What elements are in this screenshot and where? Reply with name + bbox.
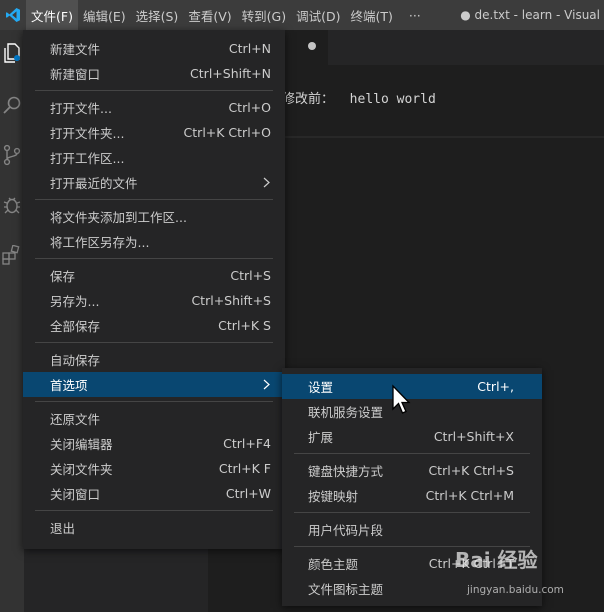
prefs-menu-item-1-0[interactable]: 键盘快捷方式 Ctrl+K Ctrl+S <box>282 458 542 483</box>
menu-item-label: 首选项 <box>50 378 88 393</box>
file-menu-item-0-0[interactable]: 新建文件 Ctrl+N <box>23 36 285 61</box>
menu-item-label: 扩展 <box>308 430 334 445</box>
file-menu-item-5-3[interactable]: 关闭窗口 Ctrl+W <box>23 481 285 506</box>
menu-terminal[interactable]: 终端(T) <box>345 0 397 30</box>
menu-item-label: 打开文件夹... <box>50 126 125 141</box>
menu-separator <box>35 401 273 402</box>
menu-debug[interactable]: 调试(D) <box>291 0 345 30</box>
prefs-menu-item-0-1[interactable]: 联机服务设置 <box>282 399 542 424</box>
menu-item-shortcut: Ctrl+K F <box>218 461 271 476</box>
menu-item-label: 联机服务设置 <box>308 405 384 420</box>
menu-edit[interactable]: 编辑(E) <box>78 0 131 30</box>
menu-item-label: 将工作区另存为... <box>50 235 150 250</box>
menu-item-shortcut: Ctrl+S <box>230 268 271 283</box>
menu-separator <box>294 453 530 454</box>
menu-item-label: 设置 <box>308 380 334 395</box>
file-menu-item-5-1[interactable]: 关闭编辑器 Ctrl+F4 <box>23 431 285 456</box>
title-bar: 文件(F) 编辑(E) 选择(S) 查看(V) 转到(G) 调试(D) 终端(T… <box>0 0 604 30</box>
menu-item-shortcut: Ctrl+N <box>228 41 271 56</box>
menu-item-label: 用户代码片段 <box>308 523 384 538</box>
menu-separator <box>35 510 273 511</box>
menu-separator <box>294 512 530 513</box>
file-menu-item-1-3[interactable]: 打开最近的文件 <box>23 170 285 195</box>
menu-item-shortcut: Ctrl+O <box>228 100 271 115</box>
file-menu-item-5-2[interactable]: 关闭文件夹 Ctrl+K F <box>23 456 285 481</box>
activity-bar <box>0 30 24 612</box>
file-menu-item-3-2[interactable]: 全部保存 Ctrl+K S <box>23 313 285 338</box>
menu-item-shortcut: Ctrl+W <box>225 486 271 501</box>
menu-item-label: 保存 <box>50 269 76 284</box>
menu-item-label: 另存为... <box>50 294 100 309</box>
menu-item-label: 关闭窗口 <box>50 487 101 502</box>
watermark-url: jingyan.baidu.com <box>467 584 564 596</box>
file-menu-item-2-0[interactable]: 将文件夹添加到工作区... <box>23 204 285 229</box>
file-menu-item-6-0[interactable]: 退出 <box>23 515 285 540</box>
explorer-icon[interactable] <box>0 36 24 70</box>
chevron-right-icon <box>261 177 271 188</box>
menu-item-shortcut: Ctrl+K Ctrl+M <box>425 488 514 503</box>
menu-separator <box>35 199 273 200</box>
menu-item-shortcut: Ctrl+Shift+S <box>191 293 271 308</box>
file-menu-item-3-1[interactable]: 另存为... Ctrl+Shift+S <box>23 288 285 313</box>
menu-item-shortcut: Ctrl+K S <box>218 318 271 333</box>
code-line-1[interactable]: 修改前： hello world <box>282 88 436 107</box>
file-menu: 新建文件 Ctrl+N 新建窗口 Ctrl+Shift+N 打开文件... Ctrl+O 打… <box>23 30 285 549</box>
menu-item-shortcut: Ctrl+Shift+X <box>433 429 514 444</box>
file-menu-item-2-1[interactable]: 将工作区另存为... <box>23 229 285 254</box>
menu-item-label: 打开最近的文件 <box>50 176 138 191</box>
file-menu-item-1-1[interactable]: 打开文件夹... Ctrl+K Ctrl+O <box>23 120 285 145</box>
source-control-icon[interactable] <box>0 138 24 172</box>
menu-view[interactable]: 查看(V) <box>183 0 236 30</box>
menu-item-label: 关闭编辑器 <box>50 437 113 452</box>
menu-item-label: 全部保存 <box>50 319 101 334</box>
menu-item-shortcut: Ctrl+Shift+N <box>190 66 271 81</box>
file-menu-item-3-0[interactable]: 保存 Ctrl+S <box>23 263 285 288</box>
menu-item-label: 新建窗口 <box>50 67 101 82</box>
menu-item-label: 退出 <box>50 521 76 536</box>
window-title: ● de.txt - learn - Visual <box>460 8 600 22</box>
code-text: hello world <box>349 92 436 107</box>
menu-item-label: 将文件夹添加到工作区... <box>50 210 187 225</box>
code-label: 修改前： <box>282 92 335 107</box>
vscode-logo-icon <box>0 0 26 30</box>
menu-item-label: 打开工作区... <box>50 151 125 166</box>
prefs-menu-item-2-0[interactable]: 用户代码片段 <box>282 517 542 542</box>
extensions-icon[interactable] <box>0 238 24 272</box>
menu-item-label: 新建文件 <box>50 42 101 57</box>
prefs-menu-item-0-2[interactable]: 扩展 Ctrl+Shift+X <box>282 424 542 449</box>
menu-item-shortcut: Ctrl+K Ctrl+O <box>183 125 271 140</box>
debug-icon[interactable] <box>0 188 24 222</box>
menu-item-label: 自动保存 <box>50 353 101 368</box>
file-menu-item-0-1[interactable]: 新建窗口 Ctrl+Shift+N <box>23 61 285 86</box>
menu-item-label: 颜色主题 <box>308 557 359 572</box>
prefs-menu-item-0-0[interactable]: 设置 Ctrl+, <box>282 374 542 399</box>
chevron-right-icon <box>261 379 271 390</box>
menu-separator <box>35 342 273 343</box>
menu-more[interactable]: ··· <box>404 0 426 30</box>
file-menu-item-1-0[interactable]: 打开文件... Ctrl+O <box>23 95 285 120</box>
file-menu-item-4-0[interactable]: 自动保存 <box>23 347 285 372</box>
file-menu-item-4-1[interactable]: 首选项 <box>23 372 285 397</box>
menu-item-label: 关闭文件夹 <box>50 462 113 477</box>
menu-item-shortcut: Ctrl+F4 <box>223 436 271 451</box>
search-icon[interactable] <box>0 88 24 122</box>
menu-item-shortcut: Ctrl+K Ctrl+S <box>428 463 514 478</box>
file-menu-item-1-2[interactable]: 打开工作区... <box>23 145 285 170</box>
menu-item-label: 按键映射 <box>308 489 359 504</box>
prefs-menu-item-1-1[interactable]: 按键映射 Ctrl+K Ctrl+M <box>282 483 542 508</box>
menu-file[interactable]: 文件(F) <box>26 0 78 30</box>
file-menu-item-5-0[interactable]: 还原文件 <box>23 406 285 431</box>
menu-separator <box>35 90 273 91</box>
menu-goto[interactable]: 转到(G) <box>237 0 291 30</box>
watermark-logo: Bai 经验 <box>455 548 538 572</box>
menu-separator <box>35 258 273 259</box>
unsaved-dot-icon[interactable] <box>308 42 316 50</box>
menu-item-shortcut: Ctrl+, <box>477 379 514 394</box>
menu-item-label: 还原文件 <box>50 412 101 427</box>
menu-item-label: 打开文件... <box>50 101 112 116</box>
menu-selection[interactable]: 选择(S) <box>131 0 184 30</box>
menu-item-label: 键盘快捷方式 <box>308 464 384 479</box>
mouse-cursor-icon <box>391 384 411 420</box>
